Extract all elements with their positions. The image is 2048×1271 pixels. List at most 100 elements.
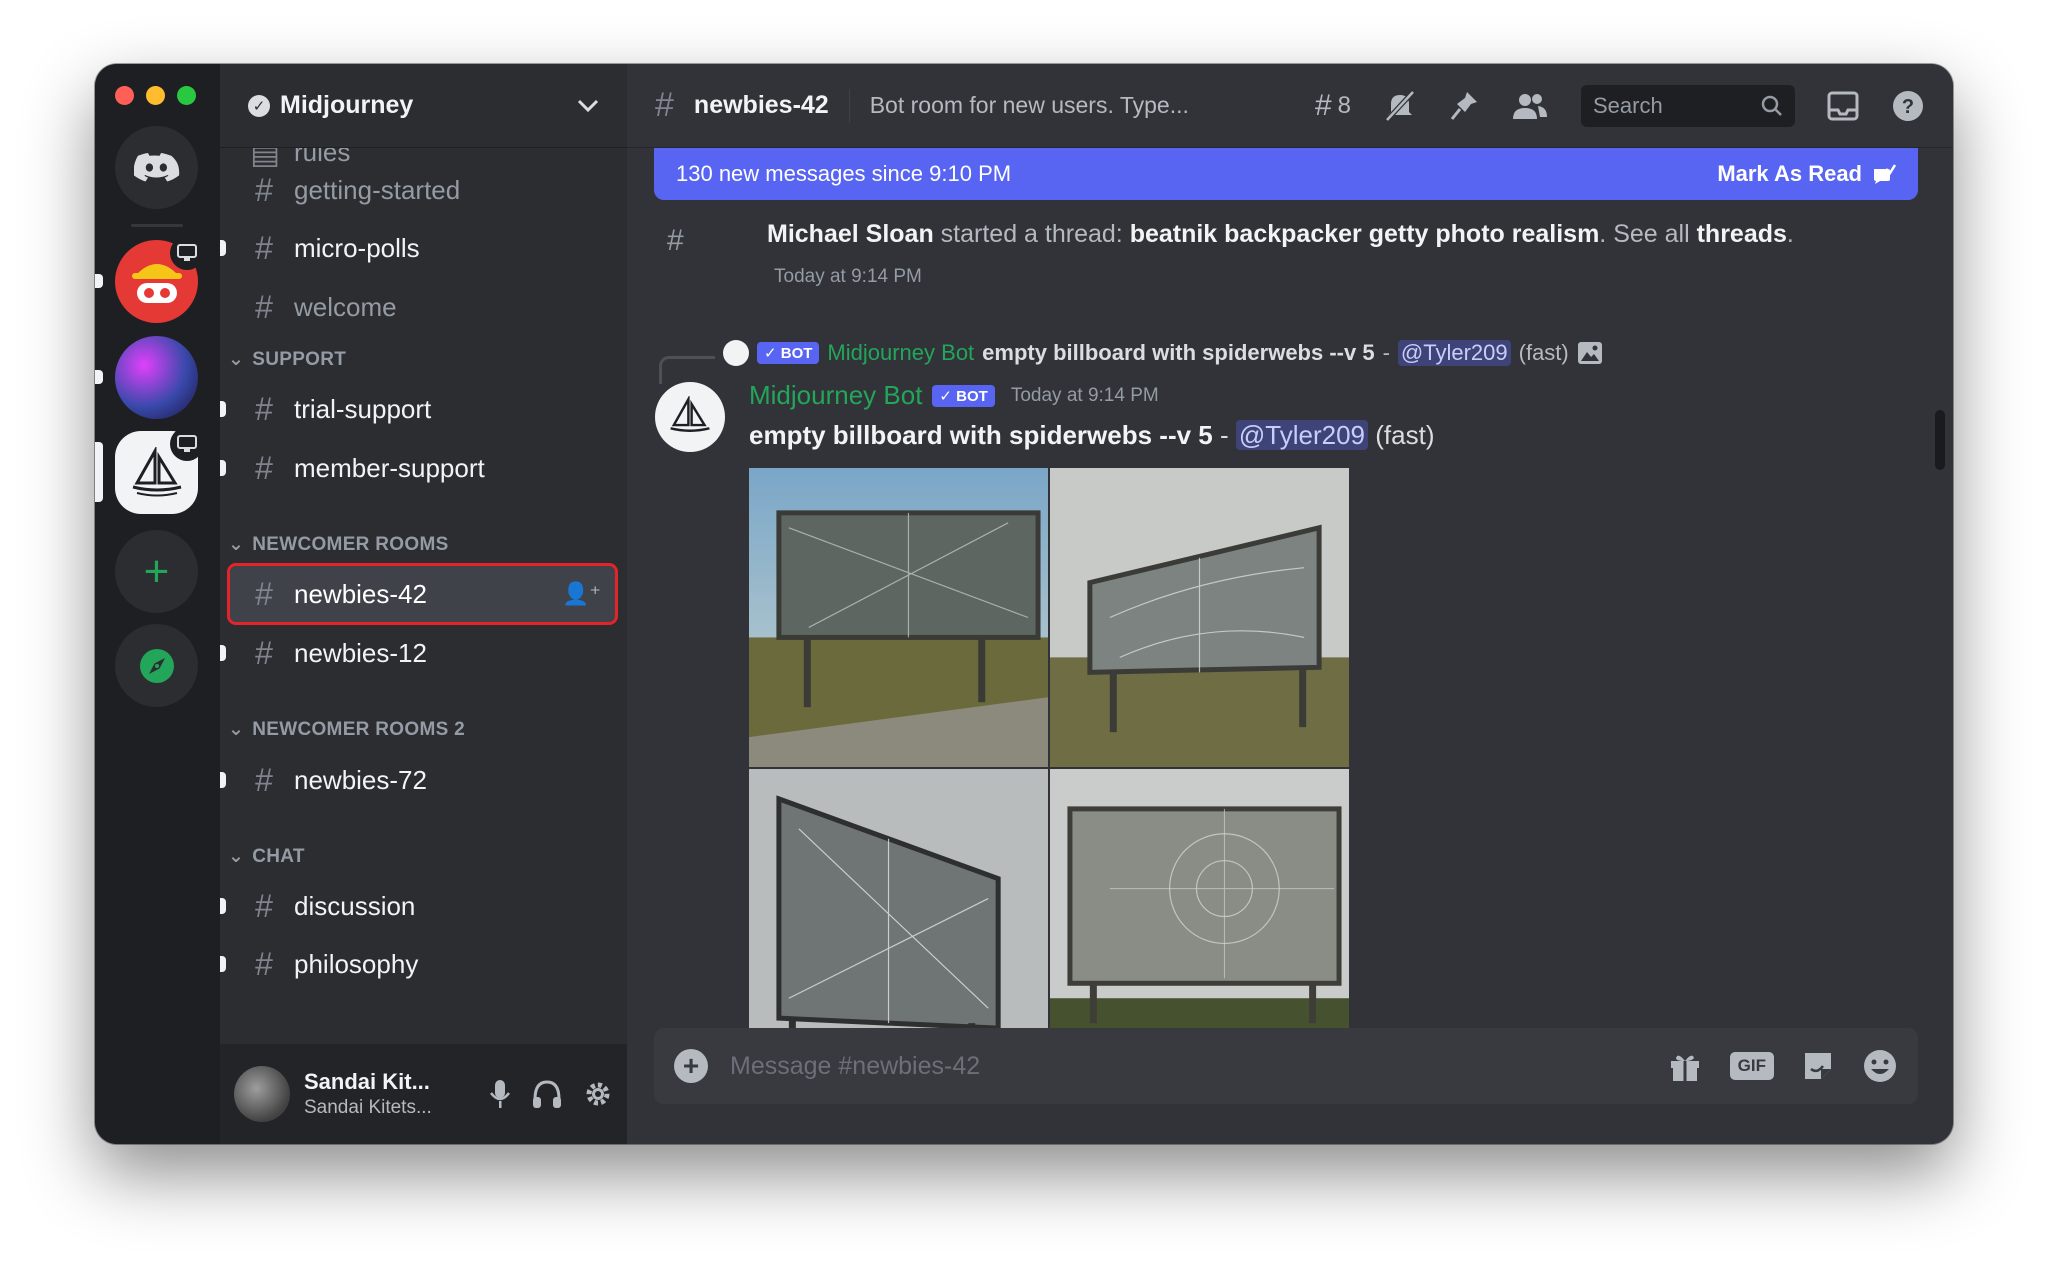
category-chat[interactable]: ⌄ CHAT bbox=[228, 845, 305, 868]
channel-member-support[interactable]: # member-support bbox=[220, 440, 615, 496]
rail-separator bbox=[131, 224, 183, 227]
bot-avatar[interactable] bbox=[655, 382, 725, 452]
mark-as-read-label: Mark As Read bbox=[1717, 161, 1862, 186]
notification-muted-icon[interactable] bbox=[1383, 89, 1417, 122]
close-window-button[interactable] bbox=[115, 86, 134, 105]
pin-icon[interactable] bbox=[1449, 90, 1479, 122]
monitor-icon bbox=[170, 236, 204, 270]
explore-servers-button[interactable] bbox=[115, 624, 198, 707]
message-mention[interactable]: @Tyler209 bbox=[1235, 420, 1369, 450]
category-newcomer-rooms-2[interactable]: ⌄ NEWCOMER ROOMS 2 bbox=[228, 718, 465, 741]
message-author[interactable]: Midjourney Bot bbox=[749, 380, 922, 411]
search-icon bbox=[1761, 95, 1782, 116]
headphones-icon[interactable] bbox=[531, 1079, 563, 1109]
gear-icon[interactable] bbox=[583, 1079, 613, 1109]
channel-getting-started[interactable]: # getting-started bbox=[230, 162, 615, 218]
hash-icon: # bbox=[255, 229, 273, 266]
hash-icon: # bbox=[255, 887, 273, 924]
reply-mention[interactable]: @Tyler209 bbox=[1397, 340, 1511, 366]
reply-mode: (fast) bbox=[1518, 340, 1569, 365]
verified-check-icon: ✓ bbox=[248, 94, 270, 117]
new-messages-text: 130 new messages since 9:10 PM bbox=[676, 161, 1012, 186]
system-timestamp: Today at 9:14 PM bbox=[774, 266, 922, 287]
thread-author[interactable]: Michael Sloan bbox=[767, 220, 934, 248]
inbox-icon[interactable] bbox=[1827, 91, 1859, 121]
channel-newbies-72[interactable]: # newbies-72 bbox=[220, 752, 615, 808]
server-icon-red[interactable] bbox=[115, 236, 204, 323]
gift-icon[interactable] bbox=[1668, 1050, 1702, 1082]
user-info[interactable]: Sandai Kit... Sandai Kitets... bbox=[304, 1069, 475, 1119]
window-controls bbox=[115, 86, 196, 105]
message-timestamp: Today at 9:14 PM bbox=[1010, 384, 1159, 406]
generated-image-1[interactable] bbox=[749, 468, 1048, 767]
mark-as-read-button[interactable]: Mark As Read bbox=[1717, 161, 1896, 187]
compass-icon bbox=[139, 648, 174, 683]
channel-topic[interactable]: Bot room for new users. Type... bbox=[870, 92, 1295, 119]
server-icon-midjourney[interactable] bbox=[115, 427, 204, 514]
emoji-icon[interactable] bbox=[1862, 1048, 1898, 1084]
image-grid-attachment[interactable] bbox=[749, 468, 1349, 1068]
minimize-window-button[interactable] bbox=[146, 86, 165, 105]
chevron-down-icon bbox=[577, 99, 599, 112]
microphone-icon[interactable] bbox=[489, 1079, 511, 1109]
search-input[interactable]: Search bbox=[1581, 84, 1795, 127]
threads-link[interactable]: threads bbox=[1697, 220, 1787, 248]
channel-philosophy[interactable]: # philosophy bbox=[220, 936, 615, 992]
scrollbar-thumb[interactable] bbox=[1935, 410, 1945, 470]
generated-image-3[interactable] bbox=[749, 769, 1048, 1068]
threads-count: 8 bbox=[1337, 91, 1351, 119]
username: Sandai Kit... bbox=[304, 1069, 430, 1094]
hash-icon: # bbox=[255, 945, 273, 982]
hash-icon: # bbox=[255, 390, 273, 427]
channel-trial-support[interactable]: # trial-support bbox=[220, 381, 615, 437]
channel-welcome[interactable]: # welcome bbox=[230, 279, 615, 335]
category-support[interactable]: ⌄ SUPPORT bbox=[228, 348, 346, 371]
message-input[interactable]: Message #newbies-42 bbox=[730, 1052, 1646, 1081]
direct-messages-button[interactable] bbox=[115, 126, 198, 209]
channel-label: newbies-72 bbox=[294, 764, 427, 795]
avatar[interactable] bbox=[234, 1066, 290, 1122]
add-attachment-button[interactable]: + bbox=[674, 1049, 708, 1083]
reply-reference[interactable]: ✓ BOT Midjourney Bot empty billboard wit… bbox=[723, 340, 1603, 366]
message-dash: - bbox=[1219, 420, 1229, 450]
category-newcomer-rooms[interactable]: ⌄ NEWCOMER ROOMS bbox=[228, 533, 449, 556]
create-invite-icon[interactable]: 👤⁺ bbox=[562, 581, 601, 607]
guild-name: Midjourney bbox=[280, 91, 414, 119]
thread-hash-icon: # bbox=[255, 634, 273, 671]
guild-header[interactable]: ✓ Midjourney bbox=[220, 64, 627, 148]
thread-hash-icon: # bbox=[255, 449, 273, 486]
message-composer: + Message #newbies-42 GIF bbox=[654, 1028, 1918, 1104]
message-header: Midjourney Bot ✓ BOT Today at 9:14 PM bbox=[749, 380, 1159, 411]
thread-name[interactable]: beatnik backpacker getty photo realism bbox=[1130, 220, 1600, 248]
generated-image-2[interactable] bbox=[1050, 468, 1349, 767]
category-label: NEWCOMER ROOMS bbox=[252, 533, 449, 555]
discord-logo-icon bbox=[133, 152, 179, 181]
channel-label: trial-support bbox=[294, 393, 432, 424]
server-icon-art[interactable] bbox=[115, 336, 198, 419]
channel-discussion[interactable]: # discussion bbox=[220, 878, 615, 934]
channel-micro-polls[interactable]: # micro-polls bbox=[220, 220, 615, 276]
channel-newbies-12[interactable]: # newbies-12 bbox=[220, 625, 615, 681]
channel-label: newbies-42 bbox=[294, 578, 427, 609]
channel-newbies-42[interactable]: # newbies-42 👤⁺ bbox=[227, 563, 618, 625]
user-controls bbox=[489, 1079, 613, 1109]
hash-icon: # bbox=[255, 288, 273, 325]
generated-image-4[interactable] bbox=[1050, 769, 1349, 1068]
thread-hash-icon: # bbox=[255, 575, 273, 612]
gif-button[interactable]: GIF bbox=[1729, 1052, 1774, 1080]
message-content: empty billboard with spiderwebs --v 5 - … bbox=[749, 420, 1434, 451]
search-placeholder: Search bbox=[1593, 92, 1663, 118]
sticker-icon[interactable] bbox=[1802, 1050, 1834, 1082]
thread-hash-icon: # bbox=[255, 761, 273, 798]
system-line: Michael Sloan started a thread: beatnik … bbox=[767, 220, 1794, 249]
user-status: Sandai Kitets... bbox=[304, 1097, 432, 1118]
members-icon[interactable] bbox=[1511, 91, 1549, 121]
unread-indicator bbox=[220, 956, 226, 972]
see-all-text: See all bbox=[1613, 220, 1690, 248]
threads-button[interactable]: # 8 bbox=[1315, 89, 1351, 123]
maximize-window-button[interactable] bbox=[177, 86, 196, 105]
chevron-down-icon: ⌄ bbox=[228, 719, 245, 740]
add-server-button[interactable]: + bbox=[115, 530, 198, 613]
new-messages-banner[interactable]: 130 new messages since 9:10 PM Mark As R… bbox=[654, 148, 1918, 200]
help-icon[interactable]: ? bbox=[1891, 89, 1925, 123]
